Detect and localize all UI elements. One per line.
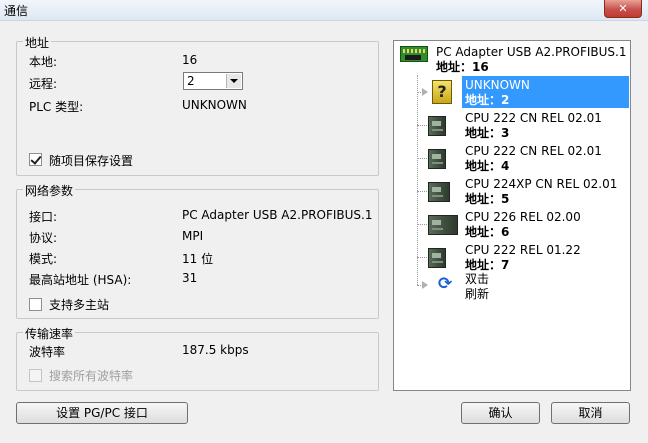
plc-cpu-icon <box>428 215 458 235</box>
remote-address-select[interactable]: 2 <box>183 72 243 90</box>
address-group-title: 地址 <box>23 34 52 51</box>
close-icon: ✕ <box>618 2 628 15</box>
unknown-device-icon: ? <box>432 80 452 104</box>
ok-button[interactable]: 确认 <box>461 402 540 424</box>
protocol-value: MPI <box>182 229 204 243</box>
tree-branch <box>417 125 427 126</box>
tree-branch <box>417 224 427 225</box>
refresh-icon: ⟳ <box>438 274 453 294</box>
tree-node-cpu[interactable]: CPU 222 CN REL 02.01 地址：4 <box>394 142 630 174</box>
plc-type-value: UNKNOWN <box>182 98 247 112</box>
network-group-title: 网络参数 <box>23 182 76 199</box>
refresh-line2: 刷新 <box>465 287 490 301</box>
adapter-address: 地址：16 <box>436 60 489 74</box>
address-group: 地址 本地: 16 远程: 2 PLC 类型: UNKNOWN 随项目保存设置 <box>16 34 379 176</box>
tree-branch <box>417 191 427 192</box>
adapter-name: PC Adapter USB A2.PROFIBUS.1 <box>436 45 627 59</box>
adapter-icon <box>400 46 428 62</box>
protocol-label: 协议: <box>29 231 58 245</box>
baud-rate-group: 传输速率 波特率 187.5 kbps 搜索所有波特率 <box>16 325 379 391</box>
node-name: CPU 222 CN REL 02.01 <box>465 111 602 125</box>
tree-adapter-node[interactable]: PC Adapter USB A2.PROFIBUS.1 地址：16 <box>394 41 630 75</box>
network-params-group: 网络参数 接口: PC Adapter USB A2.PROFIBUS.1 协议… <box>16 182 379 319</box>
refresh-line1: 双击 <box>465 272 490 286</box>
remote-address-value: 2 <box>187 74 195 88</box>
baud-group-title: 传输速率 <box>23 325 76 342</box>
chevron-down-icon[interactable] <box>226 74 241 88</box>
baud-label: 波特率 <box>29 345 66 359</box>
save-settings-checkbox[interactable] <box>29 153 42 166</box>
plc-type-label: PLC 类型: <box>29 100 84 114</box>
search-all-baud-label: 搜索所有波特率 <box>49 369 134 383</box>
plc-cpu-icon <box>428 182 450 202</box>
window-title: 通信 <box>4 4 29 18</box>
node-name: UNKNOWN <box>465 78 530 92</box>
search-all-baud-checkbox[interactable] <box>29 369 42 382</box>
node-address: 地址：4 <box>465 159 510 173</box>
close-button[interactable]: ✕ <box>604 0 642 18</box>
interface-label: 接口: <box>29 210 58 224</box>
set-pgpc-interface-button[interactable]: 设置 PG/PC 接口 <box>16 402 188 424</box>
node-address: 地址：2 <box>465 93 510 107</box>
tree-node-cpu[interactable]: CPU 222 REL 01.22 地址：7 <box>394 241 630 273</box>
node-address: 地址：6 <box>465 225 510 239</box>
multi-master-label[interactable]: 支持多主站 <box>49 296 109 313</box>
plc-cpu-icon <box>428 149 446 169</box>
local-value: 16 <box>182 53 198 67</box>
tree-node-unknown[interactable]: ? UNKNOWN 地址：2 <box>394 76 630 108</box>
tree-branch <box>417 257 427 258</box>
title-bar[interactable]: 通信 ✕ <box>0 0 648 21</box>
remote-label: 远程: <box>29 77 58 91</box>
node-name: CPU 224XP CN REL 02.01 <box>465 177 618 191</box>
interface-value: PC Adapter USB A2.PROFIBUS.1 <box>182 208 373 222</box>
arrow-right-icon <box>422 281 428 289</box>
cancel-button[interactable]: 取消 <box>551 402 630 424</box>
node-address: 地址：5 <box>465 192 510 206</box>
tree-node-cpu[interactable]: CPU 222 CN REL 02.01 地址：3 <box>394 109 630 141</box>
tree-refresh-node[interactable]: ⟳ 双击 刷新 <box>394 272 630 306</box>
node-name: CPU 222 REL 01.22 <box>465 243 581 257</box>
baud-value: 187.5 kbps <box>182 343 249 357</box>
multi-master-checkbox[interactable] <box>29 298 42 311</box>
node-name: CPU 226 REL 02.00 <box>465 210 581 224</box>
mode-value: 11 位 <box>182 252 214 266</box>
node-address: 地址：7 <box>465 258 510 272</box>
local-label: 本地: <box>29 55 58 69</box>
plc-cpu-icon <box>428 116 446 136</box>
network-tree[interactable]: PC Adapter USB A2.PROFIBUS.1 地址：16 ? UNK… <box>393 40 631 391</box>
plc-cpu-icon <box>428 248 446 268</box>
tree-node-cpu[interactable]: CPU 226 REL 02.00 地址：6 <box>394 208 630 240</box>
hsa-value: 31 <box>182 271 198 285</box>
tree-node-cpu[interactable]: CPU 224XP CN REL 02.01 地址：5 <box>394 175 630 207</box>
arrow-right-icon <box>422 88 428 96</box>
save-settings-label[interactable]: 随项目保存设置 <box>49 152 133 169</box>
node-address: 地址：3 <box>465 126 510 140</box>
mode-label: 模式: <box>29 252 58 266</box>
node-name: CPU 222 CN REL 02.01 <box>465 144 602 158</box>
hsa-label: 最高站地址 (HSA): <box>29 273 132 287</box>
tree-branch <box>417 158 427 159</box>
